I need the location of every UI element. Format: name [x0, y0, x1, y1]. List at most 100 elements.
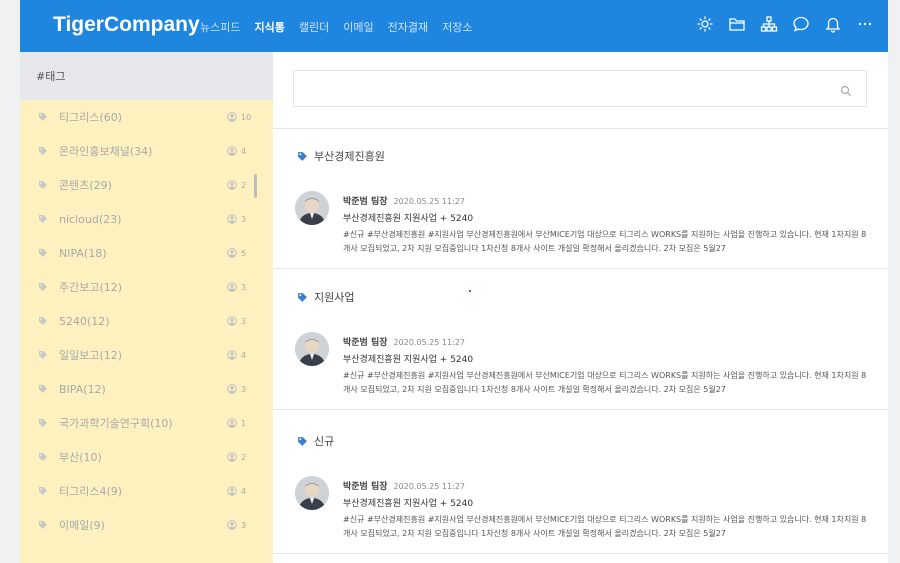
tag-label: 티그리스(60) — [59, 111, 123, 124]
scrollbar[interactable] — [254, 174, 257, 198]
search-input[interactable] — [304, 80, 828, 94]
bell-icon[interactable] — [824, 15, 842, 33]
tag-icon — [38, 282, 48, 292]
tag-icon — [38, 214, 48, 224]
tag-count-value: 1 — [241, 418, 247, 428]
section-title[interactable]: 지원사업 — [297, 289, 354, 305]
tag-item[interactable]: 온라인홍보채널(34) 4 — [20, 134, 270, 168]
tag-item[interactable]: 티그리스4(9) 4 — [20, 474, 270, 508]
tag-member-count: 3 — [227, 316, 246, 326]
user-icon — [227, 248, 237, 258]
tag-count-value: 4 — [241, 350, 247, 360]
tag-icon — [38, 520, 48, 530]
tag-label: 부산(10) — [59, 451, 102, 464]
user-icon — [227, 112, 237, 122]
tag-member-count: 10 — [227, 112, 251, 122]
tag-item[interactable]: 부산(10) 2 — [20, 440, 270, 474]
settings-icon[interactable] — [696, 15, 714, 33]
tag-icon — [38, 350, 48, 360]
tag-label: 티그리스4(9) — [59, 485, 123, 498]
tag-item[interactable]: 콘텐츠(29) 2 — [20, 168, 270, 202]
tag-item[interactable]: BIPA(12) 3 — [20, 372, 270, 406]
tag-count-value: 4 — [241, 146, 247, 156]
tag-member-count: 3 — [227, 214, 246, 224]
search-box — [293, 70, 867, 107]
brand-logo[interactable]: TigerCompany — [53, 13, 200, 37]
tag-label: BIPA(12) — [59, 382, 106, 396]
tag-item[interactable]: NIPA(18) 5 — [20, 236, 270, 270]
post-body[interactable]: #신규 #부산경제진흥원 #지원사업 부산경제진흥원에서 부산MICE기업 대상… — [343, 228, 868, 256]
tag-item[interactable]: 주간보고(12) 3 — [20, 270, 270, 304]
avatar[interactable] — [295, 476, 329, 510]
tag-member-count: 3 — [227, 520, 246, 530]
divider — [273, 268, 888, 269]
org-chart-icon[interactable] — [760, 15, 778, 33]
avatar[interactable] — [295, 332, 329, 366]
tag-member-count: 4 — [227, 350, 246, 360]
tag-count-value: 4 — [241, 486, 247, 496]
tag-member-count: 4 — [227, 146, 246, 156]
tag-icon — [38, 452, 48, 462]
top-navigation-bar: TigerCompany 뉴스피드 지식통 캘린더 이메일 전자결재 저장소 — [20, 0, 888, 52]
tag-member-count: 2 — [227, 452, 246, 462]
marker-dot — [469, 290, 471, 292]
tag-icon — [38, 384, 48, 394]
tag-icon — [38, 486, 48, 496]
tag-item[interactable]: 티그리스(60) 10 — [20, 100, 270, 134]
post-date: 2020.05.25 11:27 — [393, 197, 465, 206]
post-meta: 박준범 팀장 2020.05.25 11:27 — [343, 194, 465, 207]
tag-count-value: 3 — [241, 520, 247, 530]
tag-count-value: 3 — [241, 384, 247, 394]
tag-item[interactable]: 5240(12) 3 — [20, 304, 270, 338]
post-body[interactable]: #신규 #부산경제진흥원 #지원사업 부산경제진흥원에서 부산MICE기업 대상… — [343, 513, 868, 541]
post-body[interactable]: #신규 #부산경제진흥원 #지원사업 부산경제진흥원에서 부산MICE기업 대상… — [343, 369, 868, 397]
post-title[interactable]: 부산경제진흥원 지원사업 + 5240 — [343, 352, 473, 365]
nav-storage[interactable]: 저장소 — [442, 19, 472, 35]
more-icon[interactable] — [856, 15, 874, 33]
post-title[interactable]: 부산경제진흥원 지원사업 + 5240 — [343, 211, 473, 224]
tag-icon — [38, 180, 48, 190]
tag-item[interactable]: 일일보고(12) 4 — [20, 338, 270, 372]
tag-label: 주간보고(12) — [59, 281, 123, 294]
nav-email[interactable]: 이메일 — [343, 19, 373, 35]
search-icon[interactable] — [840, 82, 852, 101]
folder-icon[interactable] — [728, 15, 746, 33]
avatar[interactable] — [295, 191, 329, 225]
chat-icon[interactable] — [792, 15, 810, 33]
tag-label: 국가과학기술연구회(10) — [59, 417, 173, 430]
tag-count-value: 5 — [241, 248, 247, 258]
tag-item[interactable]: 국가과학기술연구회(10) 1 — [20, 406, 270, 440]
tag-member-count: 4 — [227, 486, 246, 496]
user-icon — [227, 350, 237, 360]
section-title[interactable]: 신규 — [297, 433, 334, 449]
nav-newsfeed[interactable]: 뉴스피드 — [200, 19, 240, 35]
section-title-text: 신규 — [314, 435, 335, 448]
tag-count-value: 2 — [241, 180, 247, 190]
tag-icon — [297, 151, 308, 162]
tag-section: 부산경제진흥원박준범 팀장 2020.05.25 11:27 부산경제진흥원 지원사… — [273, 129, 888, 272]
section-title-text: 지원사업 — [314, 291, 355, 304]
tag-item[interactable]: nicloud(23) 3 — [20, 202, 270, 236]
tag-icon — [297, 436, 308, 447]
tag-count-value: 3 — [241, 282, 247, 292]
post-date: 2020.05.25 11:27 — [393, 338, 465, 347]
user-icon — [227, 316, 237, 326]
sidebar-title: #태그 — [20, 52, 273, 100]
user-icon — [227, 214, 237, 224]
post-author[interactable]: 박준범 팀장 — [343, 482, 388, 492]
nav-approval[interactable]: 전자결재 — [388, 19, 428, 35]
tag-list: 티그리스(60) 10 온라인홍보채널(34) 4 콘텐츠(29) 2 nicloud(23… — [20, 100, 288, 563]
tag-count-value: 10 — [241, 112, 252, 122]
user-icon — [227, 486, 237, 496]
post-author[interactable]: 박준범 팀장 — [343, 338, 388, 348]
tag-member-count: 3 — [227, 384, 246, 394]
tag-item[interactable]: 이메일(9) 3 — [20, 508, 270, 542]
post-title[interactable]: 부산경제진흥원 지원사업 + 5240 — [343, 496, 473, 509]
post-author[interactable]: 박준범 팀장 — [343, 197, 388, 207]
nav-knowledge[interactable]: 지식통 — [254, 19, 284, 35]
nav-calendar[interactable]: 캘린더 — [299, 19, 329, 35]
user-icon — [227, 520, 237, 530]
section-title[interactable]: 부산경제진흥원 — [297, 148, 385, 164]
header-icons — [696, 15, 874, 33]
divider — [273, 409, 888, 410]
